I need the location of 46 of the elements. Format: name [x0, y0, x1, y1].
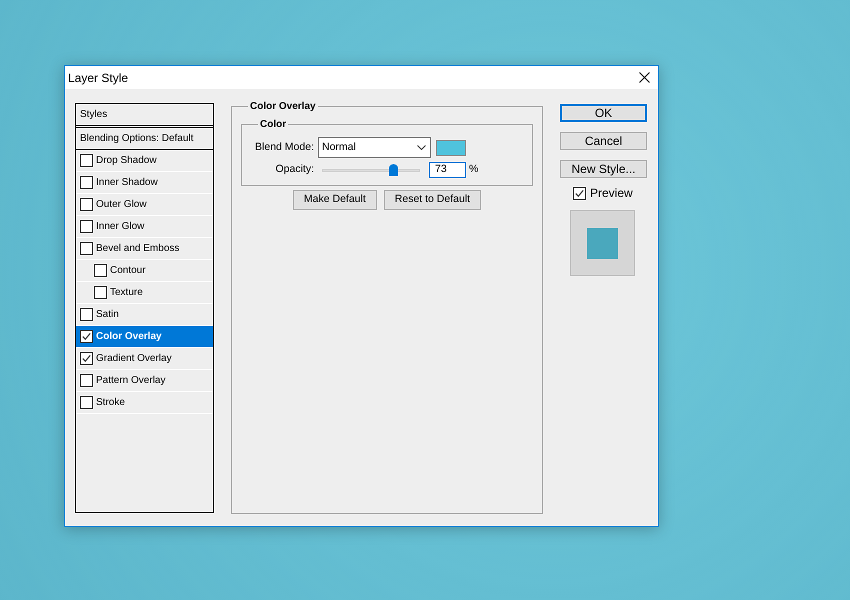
checkbox[interactable] [80, 352, 93, 365]
color-swatch-icon[interactable] [436, 140, 466, 156]
style-list-item[interactable]: Outer Glow [76, 194, 213, 216]
preview-square-icon [587, 228, 618, 258]
group-title: Color [259, 118, 288, 132]
checkbox[interactable] [80, 154, 93, 167]
style-list-item[interactable]: Contour [76, 260, 213, 282]
checkbox[interactable] [94, 264, 107, 277]
caret-icon [417, 145, 426, 150]
checkbox[interactable] [80, 330, 93, 343]
opacity-label: Opacity: [274, 162, 314, 177]
reset-default-button[interactable]: Reset to Default [384, 190, 482, 210]
checkbox[interactable] [80, 396, 93, 409]
checkbox[interactable] [80, 242, 93, 255]
checkbox[interactable] [80, 198, 93, 211]
style-list-item[interactable]: Pattern Overlay [76, 370, 213, 392]
close-icon [638, 72, 650, 83]
blend-mode-label: Blend Mode: [254, 140, 314, 155]
opacity-slider[interactable] [322, 164, 420, 176]
style-list-item[interactable]: Styles [76, 104, 213, 128]
checkbox[interactable] [573, 186, 586, 200]
window-title: Layer Style [68, 70, 128, 86]
panel-title: Color Overlay [249, 100, 317, 114]
checkbox[interactable] [80, 220, 93, 233]
checkbox[interactable] [80, 308, 93, 321]
checkbox[interactable] [80, 176, 93, 189]
preview-checkbox[interactable]: Preview [573, 185, 647, 201]
checkbox[interactable] [94, 286, 107, 299]
style-list-item[interactable]: Inner Glow [76, 216, 213, 238]
make-default-button[interactable]: Make Default [292, 190, 377, 210]
new-style-button[interactable]: New Style... [560, 160, 647, 178]
style-list-item[interactable]: Gradient Overlay [76, 348, 213, 370]
checkbox[interactable] [80, 374, 93, 387]
style-list-item[interactable]: Texture [76, 282, 213, 304]
percent-unit: % [469, 162, 478, 177]
slider-thumb[interactable] [389, 164, 398, 176]
style-list-item[interactable]: Blending Options: Default [76, 128, 213, 150]
style-list-item[interactable]: Stroke [76, 392, 213, 414]
style-list-item[interactable]: Drop Shadow [76, 150, 213, 172]
style-list-item[interactable]: Bevel and Emboss [76, 238, 213, 260]
cancel-button[interactable]: Cancel [560, 132, 647, 150]
style-list-item[interactable]: Color Overlay [76, 326, 213, 348]
opacity-input[interactable]: 73 [429, 162, 466, 178]
ok-button[interactable]: OK [560, 104, 647, 122]
style-list-item[interactable]: Inner Shadow [76, 172, 213, 194]
blend-mode-dropdown[interactable]: Normal [318, 137, 431, 158]
